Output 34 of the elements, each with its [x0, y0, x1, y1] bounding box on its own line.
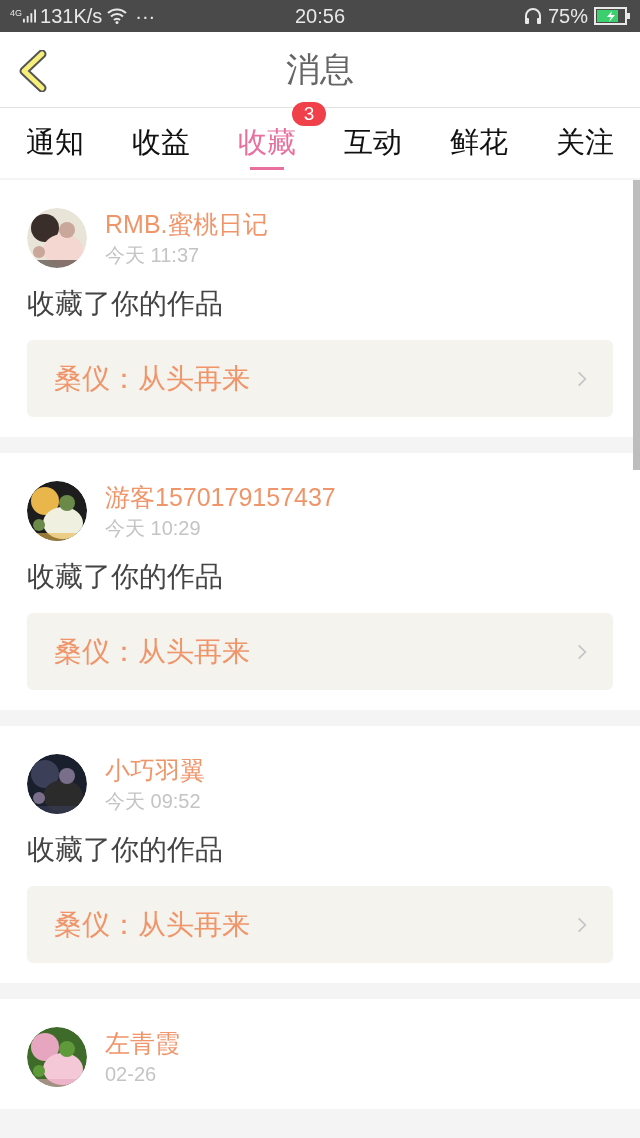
clock: 20:56	[294, 4, 346, 29]
work-link[interactable]: 桑仪：从头再来	[27, 886, 613, 963]
battery-percent: 75%	[547, 4, 588, 29]
chevron-right-icon	[577, 915, 587, 934]
work-link[interactable]: 桑仪：从头再来	[27, 340, 613, 417]
user-name[interactable]: RMB.蜜桃日记	[105, 208, 268, 240]
user-name[interactable]: 小巧羽翼	[105, 754, 205, 786]
network-speed: 131K/s	[40, 4, 103, 29]
message-text: 收藏了你的作品	[27, 287, 224, 321]
wifi-icon	[107, 8, 128, 24]
tab[interactable]: 鲜花	[450, 108, 508, 162]
tab[interactable]: 收益	[132, 108, 190, 162]
tab-underline	[250, 167, 284, 170]
more-dots: ···	[135, 4, 156, 29]
message-time: 今天 09:52	[105, 789, 202, 814]
count-badge: 3	[292, 102, 326, 126]
headphones-icon	[523, 7, 542, 25]
network-label: 4G	[10, 7, 22, 20]
chevron-right-icon	[577, 369, 587, 388]
message-time: 今天 10:29	[105, 516, 202, 541]
work-link[interactable]: 桑仪：从头再来	[27, 613, 613, 690]
battery-icon	[594, 7, 630, 25]
message-time: 02-26	[105, 1062, 158, 1087]
user-name[interactable]: 游客1570179157437	[105, 481, 336, 513]
message-time: 今天 11:37	[105, 243, 201, 268]
page-title: 消息	[286, 49, 354, 90]
message-text: 收藏了你的作品	[27, 560, 224, 594]
user-name[interactable]: 左青霞	[105, 1027, 180, 1059]
message-text: 收藏了你的作品	[27, 833, 224, 867]
signal-icon	[23, 9, 36, 23]
chevron-right-icon	[577, 642, 587, 661]
tab[interactable]: 通知	[26, 108, 84, 162]
tab[interactable]: 关注	[556, 108, 614, 162]
tab[interactable]: 互动	[344, 108, 402, 162]
